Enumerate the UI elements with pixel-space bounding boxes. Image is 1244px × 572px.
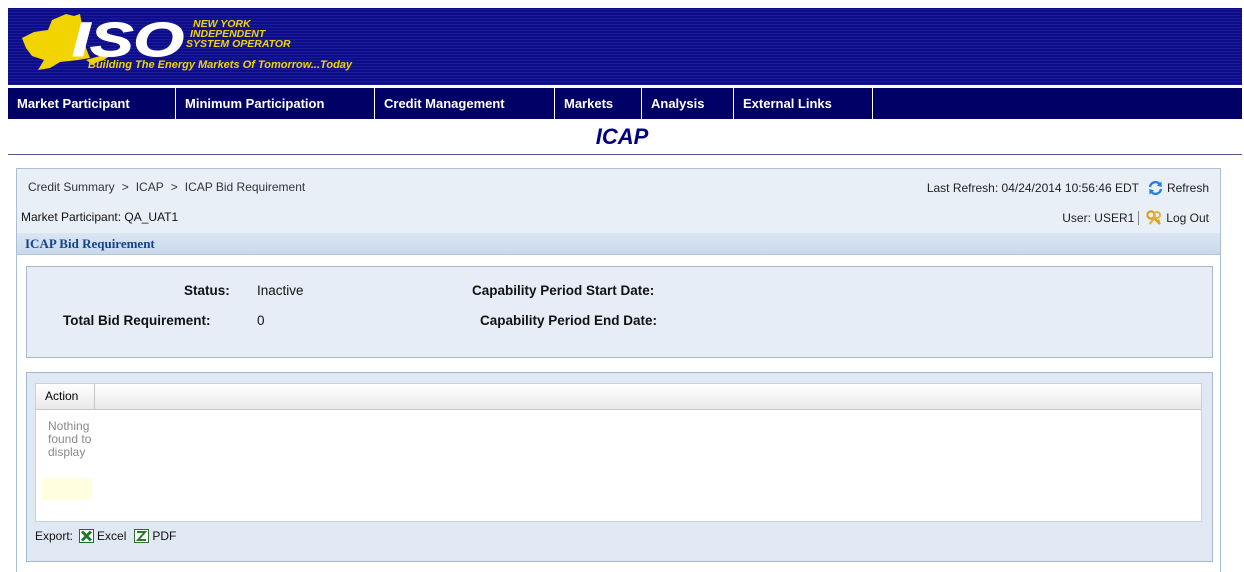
divider xyxy=(1138,211,1140,225)
breadcrumb: Credit Summary > ICAP > ICAP Bid Requirement xyxy=(28,180,305,194)
export-bar: Export: Excel PDF xyxy=(35,529,176,543)
pdf-icon xyxy=(134,529,150,543)
breadcrumb-separator: > xyxy=(121,180,129,194)
nyiso-logo[interactable]: ISO NEW YORK INDEPENDENT SYSTEM OPERATOR… xyxy=(8,8,408,85)
cap-end-label: Capability Period End Date: xyxy=(480,313,658,328)
title-divider xyxy=(8,154,1242,155)
total-bid-label: Total Bid Requirement: xyxy=(63,313,211,328)
refresh-icon xyxy=(1148,180,1163,196)
info-header: Credit Summary > ICAP > ICAP Bid Requirement… xyxy=(17,169,1220,234)
export-pdf-button[interactable]: PDF xyxy=(134,529,176,543)
org-line-3: SYSTEM OPERATOR xyxy=(186,38,291,50)
nav-credit-management[interactable]: Credit Management xyxy=(375,88,555,119)
last-refresh-value: 04/24/2014 10:56:46 EDT xyxy=(1001,181,1139,195)
breadcrumb-separator: > xyxy=(170,180,178,194)
refresh-area: Last Refresh: 04/24/2014 10:56:46 EDT Re… xyxy=(927,180,1209,196)
section-title: ICAP Bid Requirement xyxy=(17,233,1220,255)
logout-label: Log Out xyxy=(1166,211,1209,225)
last-refresh-label: Last Refresh: xyxy=(926,181,999,195)
org-name: NEW YORK INDEPENDENT SYSTEM OPERATOR xyxy=(186,19,291,50)
market-participant-value: QA_UAT1 xyxy=(124,210,179,224)
user-area: User: USER1 Log Out xyxy=(1062,210,1209,226)
export-pdf-label: PDF xyxy=(152,529,177,543)
market-participant-label: Market Participant: xyxy=(21,210,122,224)
page-title: ICAP xyxy=(595,124,649,149)
refresh-label: Refresh xyxy=(1166,181,1209,195)
total-bid-value: 0 xyxy=(257,313,265,328)
nav-markets[interactable]: Markets xyxy=(555,88,642,119)
breadcrumb-current: ICAP Bid Requirement xyxy=(184,180,306,194)
export-excel-label: Excel xyxy=(97,529,127,543)
export-excel-button[interactable]: Excel xyxy=(79,529,126,543)
user-value: USER1 xyxy=(1094,211,1135,225)
refresh-button[interactable]: Refresh xyxy=(1147,180,1209,196)
header-banner: ISO NEW YORK INDEPENDENT SYSTEM OPERATOR… xyxy=(8,8,1242,85)
nav-minimum-participation[interactable]: Minimum Participation xyxy=(176,88,375,119)
breadcrumb-credit-summary[interactable]: Credit Summary xyxy=(28,180,115,194)
breadcrumb-icap[interactable]: ICAP xyxy=(136,180,164,194)
status-label: Status: xyxy=(184,283,230,298)
tagline: Building The Energy Markets Of Tomorrow.… xyxy=(88,59,353,71)
keys-icon xyxy=(1146,210,1162,225)
table-header: Action xyxy=(36,384,1201,410)
main-nav: Market Participant Minimum Participation… xyxy=(8,88,1242,119)
column-header-action[interactable]: Action xyxy=(36,384,95,409)
results-table: Action Nothing found to display xyxy=(35,383,1202,522)
market-participant-info: Market Participant: QA_UAT1 xyxy=(21,210,178,224)
status-value: Inactive xyxy=(257,283,304,298)
empty-message: Nothing found to display xyxy=(48,419,92,459)
details-panel: Status: Inactive Total Bid Requirement: … xyxy=(26,266,1213,358)
user-label: User: xyxy=(1062,211,1091,225)
logout-button[interactable]: Log Out xyxy=(1146,210,1209,226)
nav-external-links[interactable]: External Links xyxy=(734,88,873,119)
cap-start-label: Capability Period Start Date: xyxy=(472,283,655,298)
highlighted-cell xyxy=(42,478,92,500)
grid-panel: Action Nothing found to display Export: … xyxy=(26,372,1213,562)
excel-icon xyxy=(79,529,95,543)
nav-market-participant[interactable]: Market Participant xyxy=(8,88,176,119)
export-label: Export: xyxy=(35,529,74,543)
nav-analysis[interactable]: Analysis xyxy=(642,88,734,119)
content-frame: Credit Summary > ICAP > ICAP Bid Requirement… xyxy=(16,168,1221,572)
